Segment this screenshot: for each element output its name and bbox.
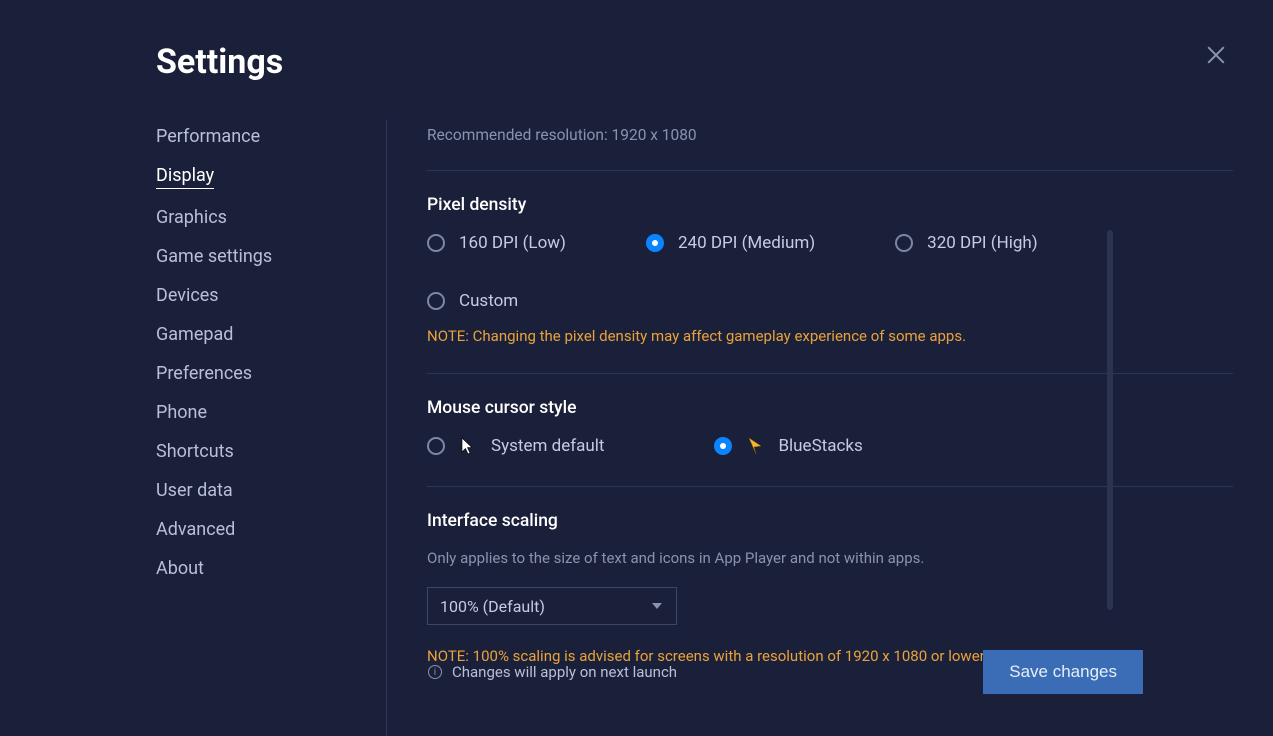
section-divider: [427, 170, 1233, 171]
sidebar-item-game-settings[interactable]: Game settings: [156, 246, 272, 267]
dpi-label: Custom: [459, 291, 518, 311]
sidebar: Performance Display Graphics Game settin…: [156, 120, 386, 736]
sidebar-item-user-data[interactable]: User data: [156, 480, 233, 501]
dpi-label: 240 DPI (Medium): [678, 233, 815, 253]
dpi-option-medium[interactable]: 240 DPI (Medium): [646, 233, 815, 253]
sidebar-item-graphics[interactable]: Graphics: [156, 207, 227, 228]
footer: i Changes will apply on next launch Save…: [428, 650, 1143, 694]
content-panel: Recommended resolution: 1920 x 1080 Pixe…: [387, 120, 1273, 736]
sidebar-item-about[interactable]: About: [156, 558, 204, 579]
info-icon: i: [428, 665, 442, 679]
scrollbar[interactable]: [1107, 230, 1113, 610]
page-title: Settings: [156, 42, 1273, 82]
cursor-option-system[interactable]: System default: [427, 436, 604, 456]
radio-icon: [895, 234, 913, 252]
scaling-select[interactable]: 100% (Default): [427, 587, 677, 625]
recommended-resolution: Recommended resolution: 1920 x 1080: [427, 126, 1233, 144]
save-changes-button[interactable]: Save changes: [983, 650, 1143, 694]
dpi-label: 160 DPI (Low): [459, 233, 566, 253]
scaling-value: 100% (Default): [440, 597, 545, 616]
radio-icon: [646, 234, 664, 252]
sidebar-item-devices[interactable]: Devices: [156, 285, 219, 306]
dpi-option-low[interactable]: 160 DPI (Low): [427, 233, 566, 253]
sidebar-item-performance[interactable]: Performance: [156, 126, 260, 147]
sidebar-item-preferences[interactable]: Preferences: [156, 363, 252, 384]
radio-icon: [427, 437, 445, 455]
cursor-label: BlueStacks: [778, 436, 862, 456]
cursor-system-icon: [459, 437, 477, 455]
chevron-down-icon: [652, 603, 662, 609]
sidebar-item-display[interactable]: Display: [156, 165, 214, 189]
dpi-label: 320 DPI (High): [927, 233, 1038, 253]
sidebar-item-phone[interactable]: Phone: [156, 402, 207, 423]
radio-icon: [714, 437, 732, 455]
sidebar-item-advanced[interactable]: Advanced: [156, 519, 235, 540]
close-button[interactable]: [1205, 44, 1227, 66]
cursor-bluestacks-icon: [746, 437, 764, 455]
pixel-density-title: Pixel density: [427, 195, 1233, 215]
sidebar-item-shortcuts[interactable]: Shortcuts: [156, 441, 234, 462]
dpi-option-high[interactable]: 320 DPI (High): [895, 233, 1038, 253]
radio-icon: [427, 292, 445, 310]
sidebar-item-gamepad[interactable]: Gamepad: [156, 324, 233, 345]
footer-info-text: Changes will apply on next launch: [452, 663, 677, 681]
cursor-option-bluestacks[interactable]: BlueStacks: [714, 436, 862, 456]
cursor-label: System default: [491, 436, 604, 456]
radio-icon: [427, 234, 445, 252]
